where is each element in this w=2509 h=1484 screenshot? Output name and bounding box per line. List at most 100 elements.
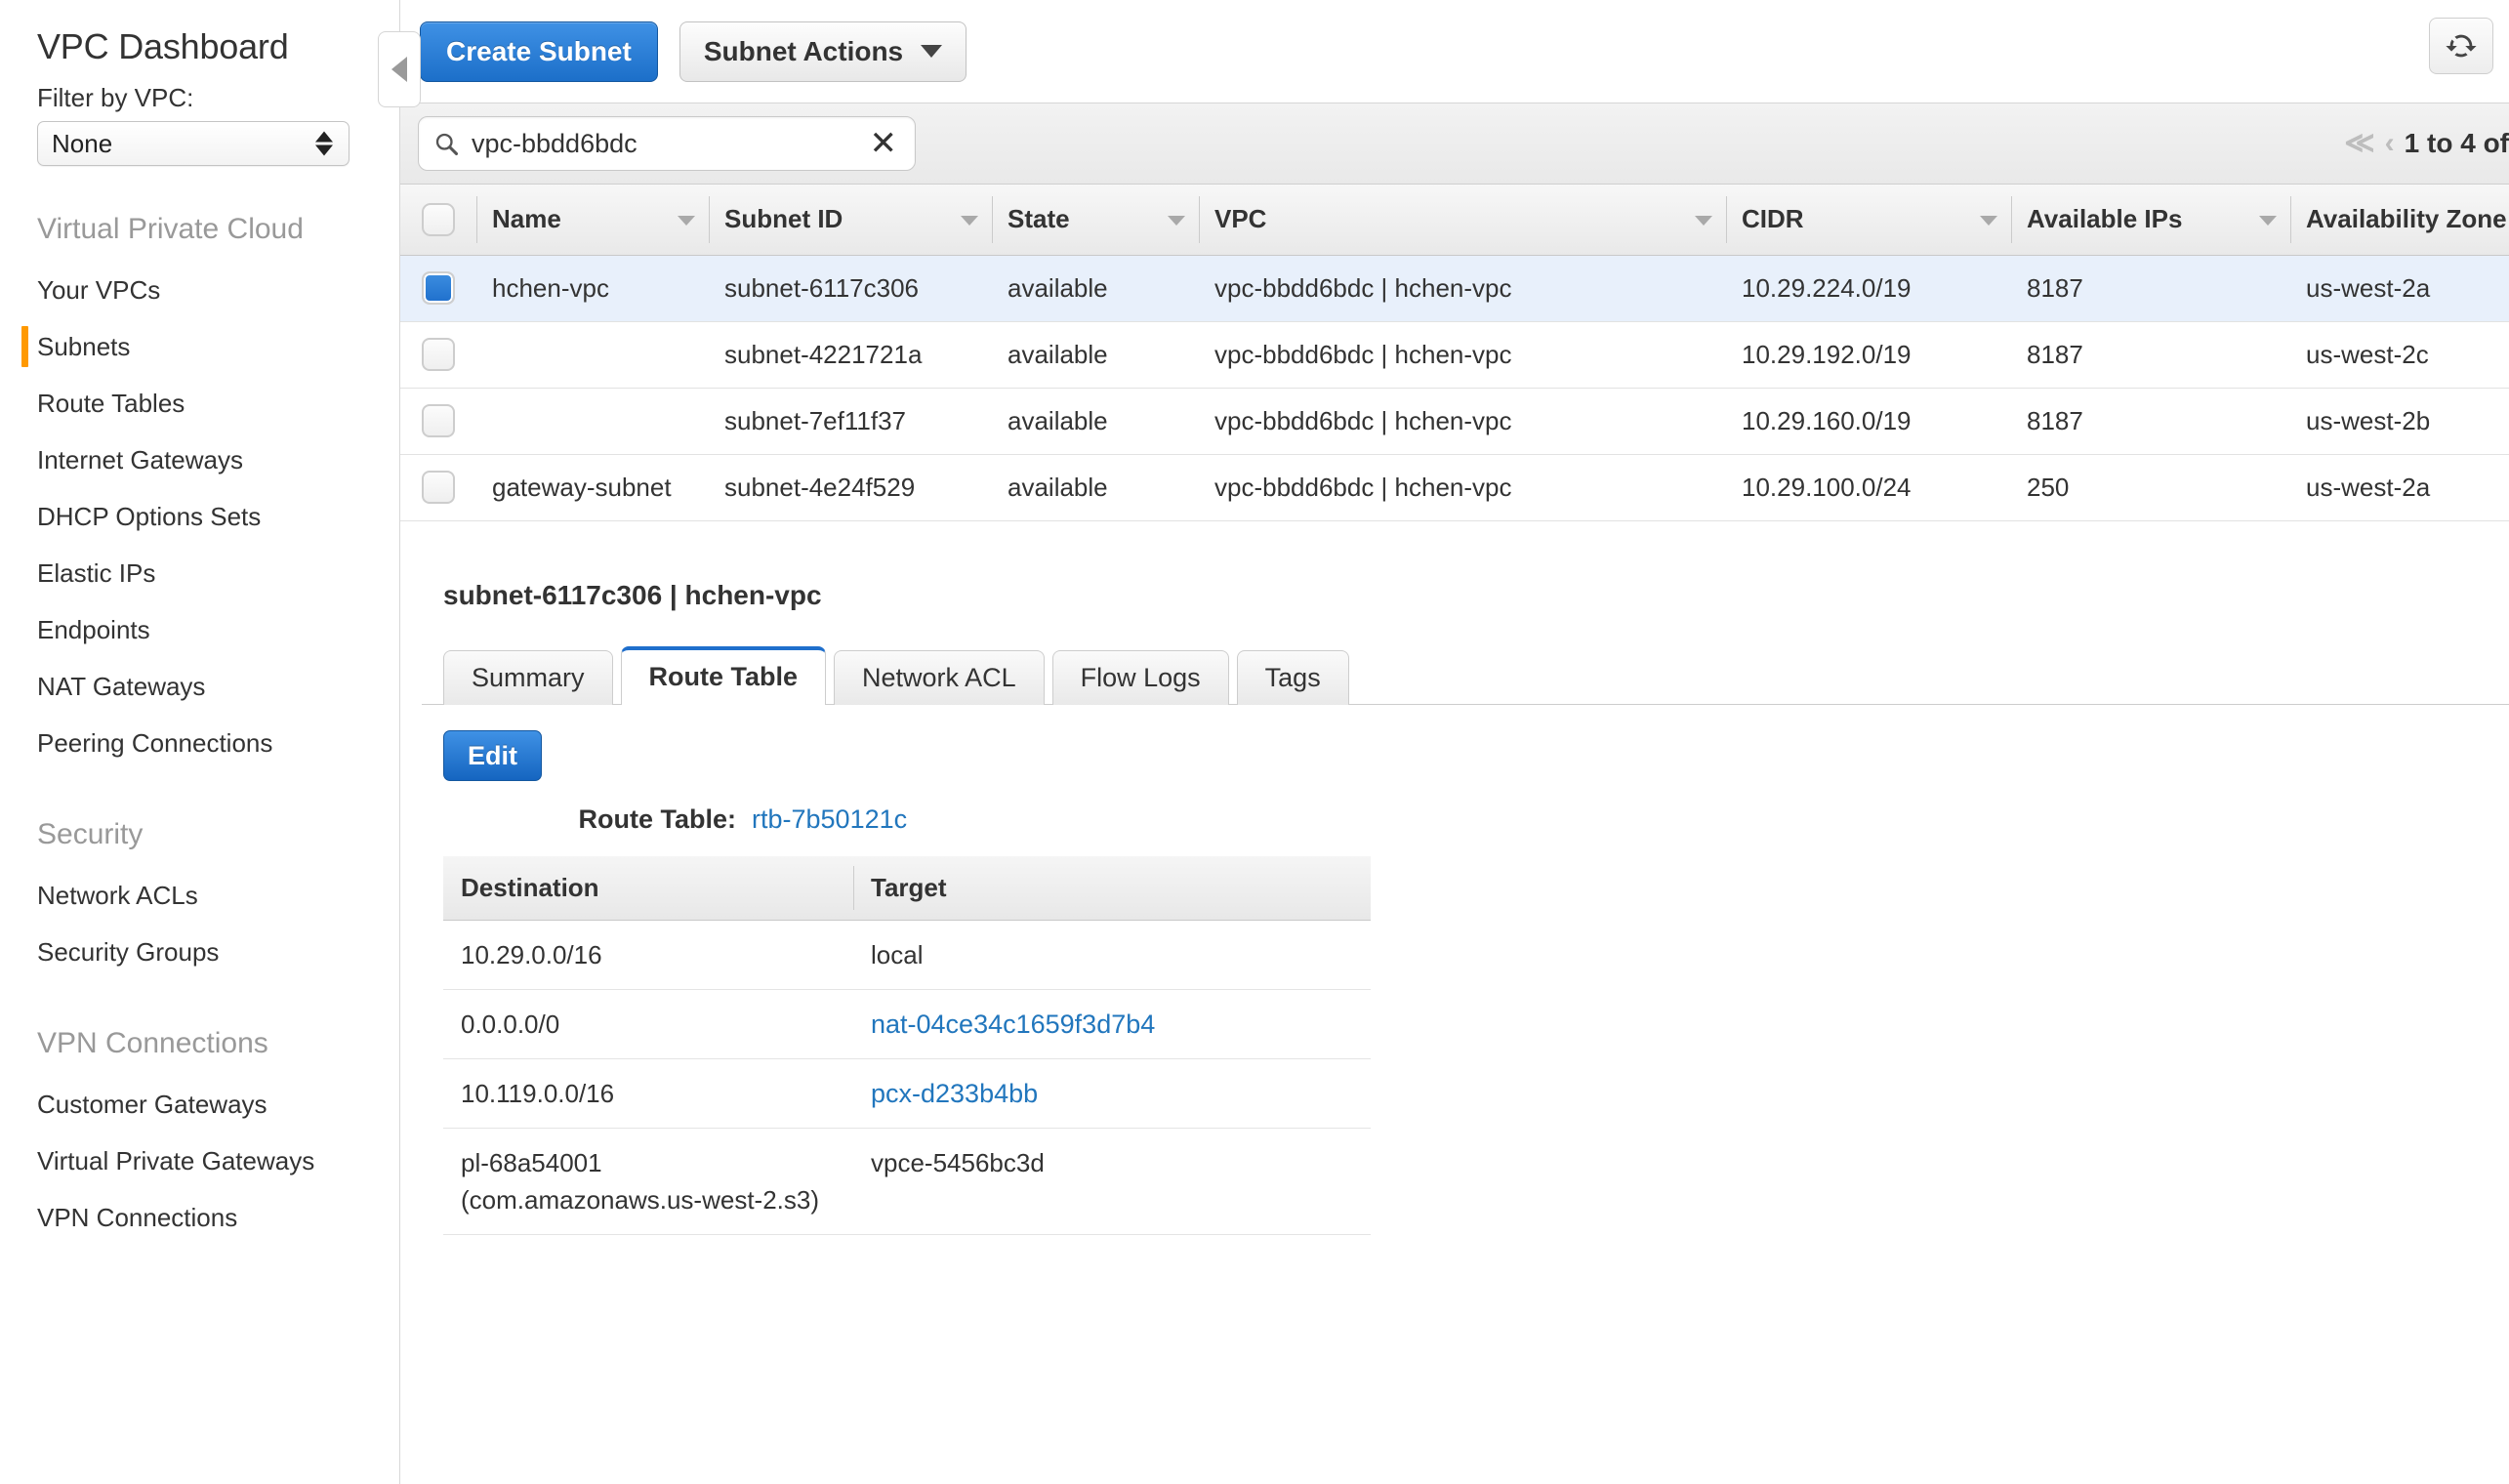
column-label-vpc: VPC: [1214, 204, 1266, 233]
sidebar-item-security-groups[interactable]: Security Groups: [0, 924, 399, 980]
column-header-availability-zone[interactable]: Availability Zone: [2290, 185, 2509, 255]
table-body: hchen-vpcsubnet-6117c306availablevpc-bbd…: [400, 255, 2509, 520]
sidebar-item-nat-gateways[interactable]: NAT Gateways: [0, 658, 399, 715]
prev-page-button[interactable]: ‹: [2385, 129, 2395, 158]
cell-state: available: [992, 454, 1199, 520]
sidebar-item-label: NAT Gateways: [37, 672, 205, 701]
table-row[interactable]: subnet-4221721aavailablevpc-bbdd6bdc | h…: [400, 321, 2509, 388]
subnet-actions-button[interactable]: Subnet Actions: [679, 21, 967, 82]
routes-table-row: pl-68a54001 (com.amazonaws.us-west-2.s3)…: [443, 1129, 1371, 1235]
refresh-button[interactable]: [2429, 18, 2493, 74]
column-header-available-ips[interactable]: Available IPs: [2011, 185, 2290, 255]
sort-caret-icon[interactable]: [2259, 216, 2277, 226]
row-checkbox[interactable]: [422, 404, 455, 437]
sidebar-item-endpoints[interactable]: Endpoints: [0, 601, 399, 658]
sidebar-item-label: DHCP Options Sets: [37, 502, 261, 531]
sidebar-item-peering-connections[interactable]: Peering Connections: [0, 715, 399, 771]
route-target-link[interactable]: nat-04ce34c1659f3d7b4: [871, 1010, 1155, 1039]
sort-caret-icon[interactable]: [1980, 216, 1997, 226]
row-select-cell: [400, 321, 476, 388]
sort-caret-icon[interactable]: [961, 216, 978, 226]
row-checkbox[interactable]: [422, 338, 455, 371]
column-header-cidr[interactable]: CIDR: [1726, 185, 2011, 255]
routes-table-row: 0.0.0.0/0nat-04ce34c1659f3d7b4: [443, 990, 1371, 1059]
table-row[interactable]: subnet-7ef11f37availablevpc-bbdd6bdc | h…: [400, 388, 2509, 454]
column-header-name[interactable]: Name: [476, 185, 709, 255]
routes-column-target: Target: [853, 856, 1371, 921]
sidebar-nav: Virtual Private CloudYour VPCsSubnetsRou…: [0, 166, 399, 1246]
table-row[interactable]: hchen-vpcsubnet-6117c306availablevpc-bbd…: [400, 255, 2509, 321]
tab-label: Summary: [472, 663, 585, 692]
sidebar-item-label: Endpoints: [37, 615, 150, 644]
sort-caret-icon[interactable]: [1168, 216, 1185, 226]
route-table-label: Route Table:: [443, 804, 736, 835]
sort-caret-icon[interactable]: [1695, 216, 1712, 226]
sidebar-item-label: Peering Connections: [37, 728, 272, 758]
pagination: ≪ ‹ 1 to 4 of: [2344, 128, 2509, 159]
routes-table-row: 10.119.0.0/16pcx-d233b4bb: [443, 1059, 1371, 1129]
sidebar-item-label: Network ACLs: [37, 881, 198, 910]
sidebar-item-vpn-connections[interactable]: VPN Connections: [0, 1189, 399, 1246]
search-icon: [432, 130, 460, 157]
routes-table-row: 10.29.0.0/16 local: [443, 921, 1371, 990]
table-row[interactable]: gateway-subnetsubnet-4e24f529availablevp…: [400, 454, 2509, 520]
sidebar-item-virtual-private-gateways[interactable]: Virtual Private Gateways: [0, 1133, 399, 1189]
routes-table-header: Destination Target: [443, 856, 1371, 921]
column-header-vpc[interactable]: VPC: [1199, 185, 1726, 255]
tab-summary[interactable]: Summary: [443, 650, 613, 705]
route-target-cell: nat-04ce34c1659f3d7b4: [853, 990, 1371, 1059]
cell-vpc: vpc-bbdd6bdc | hchen-vpc: [1199, 321, 1726, 388]
column-header-subnet-id[interactable]: Subnet ID: [709, 185, 992, 255]
tab-route-table[interactable]: Route Table: [621, 646, 827, 705]
cell-available-ips: 8187: [2011, 321, 2290, 388]
row-checkbox[interactable]: [422, 471, 455, 504]
route-table-link[interactable]: rtb-7b50121c: [752, 804, 907, 835]
edit-button[interactable]: Edit: [443, 730, 542, 781]
column-header-state[interactable]: State: [992, 185, 1199, 255]
cell-subnet-id: subnet-4e24f529: [709, 454, 992, 520]
subnet-actions-label: Subnet Actions: [704, 22, 903, 81]
create-subnet-button[interactable]: Create Subnet: [420, 21, 658, 82]
cell-availability-zone: us-west-2b: [2290, 388, 2509, 454]
row-checkbox[interactable]: [422, 271, 455, 305]
sidebar-item-network-acls[interactable]: Network ACLs: [0, 867, 399, 924]
cell-name: [476, 388, 709, 454]
routes-header-row: Destination Target: [443, 856, 1371, 921]
sidebar-item-dhcp-options-sets[interactable]: DHCP Options Sets: [0, 488, 399, 545]
detail-title: subnet-6117c306 | hchen-vpc: [422, 578, 2509, 613]
clear-search-button[interactable]: ✕: [866, 127, 902, 160]
route-target-text: local: [871, 940, 923, 969]
tab-flow-logs[interactable]: Flow Logs: [1052, 650, 1229, 705]
sidebar-item-label: Subnets: [37, 332, 130, 361]
sidebar: VPC Dashboard Filter by VPC: None Virtua…: [0, 0, 400, 1484]
sidebar-item-subnets[interactable]: Subnets: [0, 318, 399, 375]
sidebar-item-route-tables[interactable]: Route Tables: [0, 375, 399, 432]
cell-cidr: 10.29.192.0/19: [1726, 321, 2011, 388]
sidebar-item-customer-gateways[interactable]: Customer Gateways: [0, 1076, 399, 1133]
table-header: Name Subnet ID State VPC: [400, 185, 2509, 255]
pagination-range: 1 to 4 of: [2405, 128, 2509, 159]
column-label-name: Name: [492, 204, 561, 233]
sidebar-item-your-vpcs[interactable]: Your VPCs: [0, 262, 399, 318]
column-label-availability-zone: Availability Zone: [2306, 204, 2507, 233]
select-all-checkbox[interactable]: [422, 203, 455, 236]
cell-state: available: [992, 321, 1199, 388]
cell-subnet-id: subnet-7ef11f37: [709, 388, 992, 454]
sidebar-item-label: Security Groups: [37, 937, 219, 967]
tab-tags[interactable]: Tags: [1237, 650, 1349, 705]
search-input[interactable]: vpc-bbdd6bdc ✕: [418, 116, 916, 171]
collapse-sidebar-button[interactable]: [378, 31, 421, 107]
route-destination: 10.29.0.0/16: [443, 921, 853, 990]
filter-by-vpc-label: Filter by VPC:: [0, 68, 399, 115]
tab-network-acl[interactable]: Network ACL: [834, 650, 1045, 705]
row-select-cell: [400, 454, 476, 520]
sidebar-item-internet-gateways[interactable]: Internet Gateways: [0, 432, 399, 488]
sidebar-item-label: Customer Gateways: [37, 1090, 267, 1119]
filter-by-vpc-select[interactable]: None: [37, 121, 350, 166]
edit-row: Edit: [422, 705, 2509, 781]
first-page-button[interactable]: ≪: [2344, 129, 2374, 158]
sidebar-item-elastic-ips[interactable]: Elastic IPs: [0, 545, 399, 601]
route-target-link[interactable]: pcx-d233b4bb: [871, 1079, 1038, 1108]
sort-caret-icon[interactable]: [678, 216, 695, 226]
cell-available-ips: 8187: [2011, 388, 2290, 454]
